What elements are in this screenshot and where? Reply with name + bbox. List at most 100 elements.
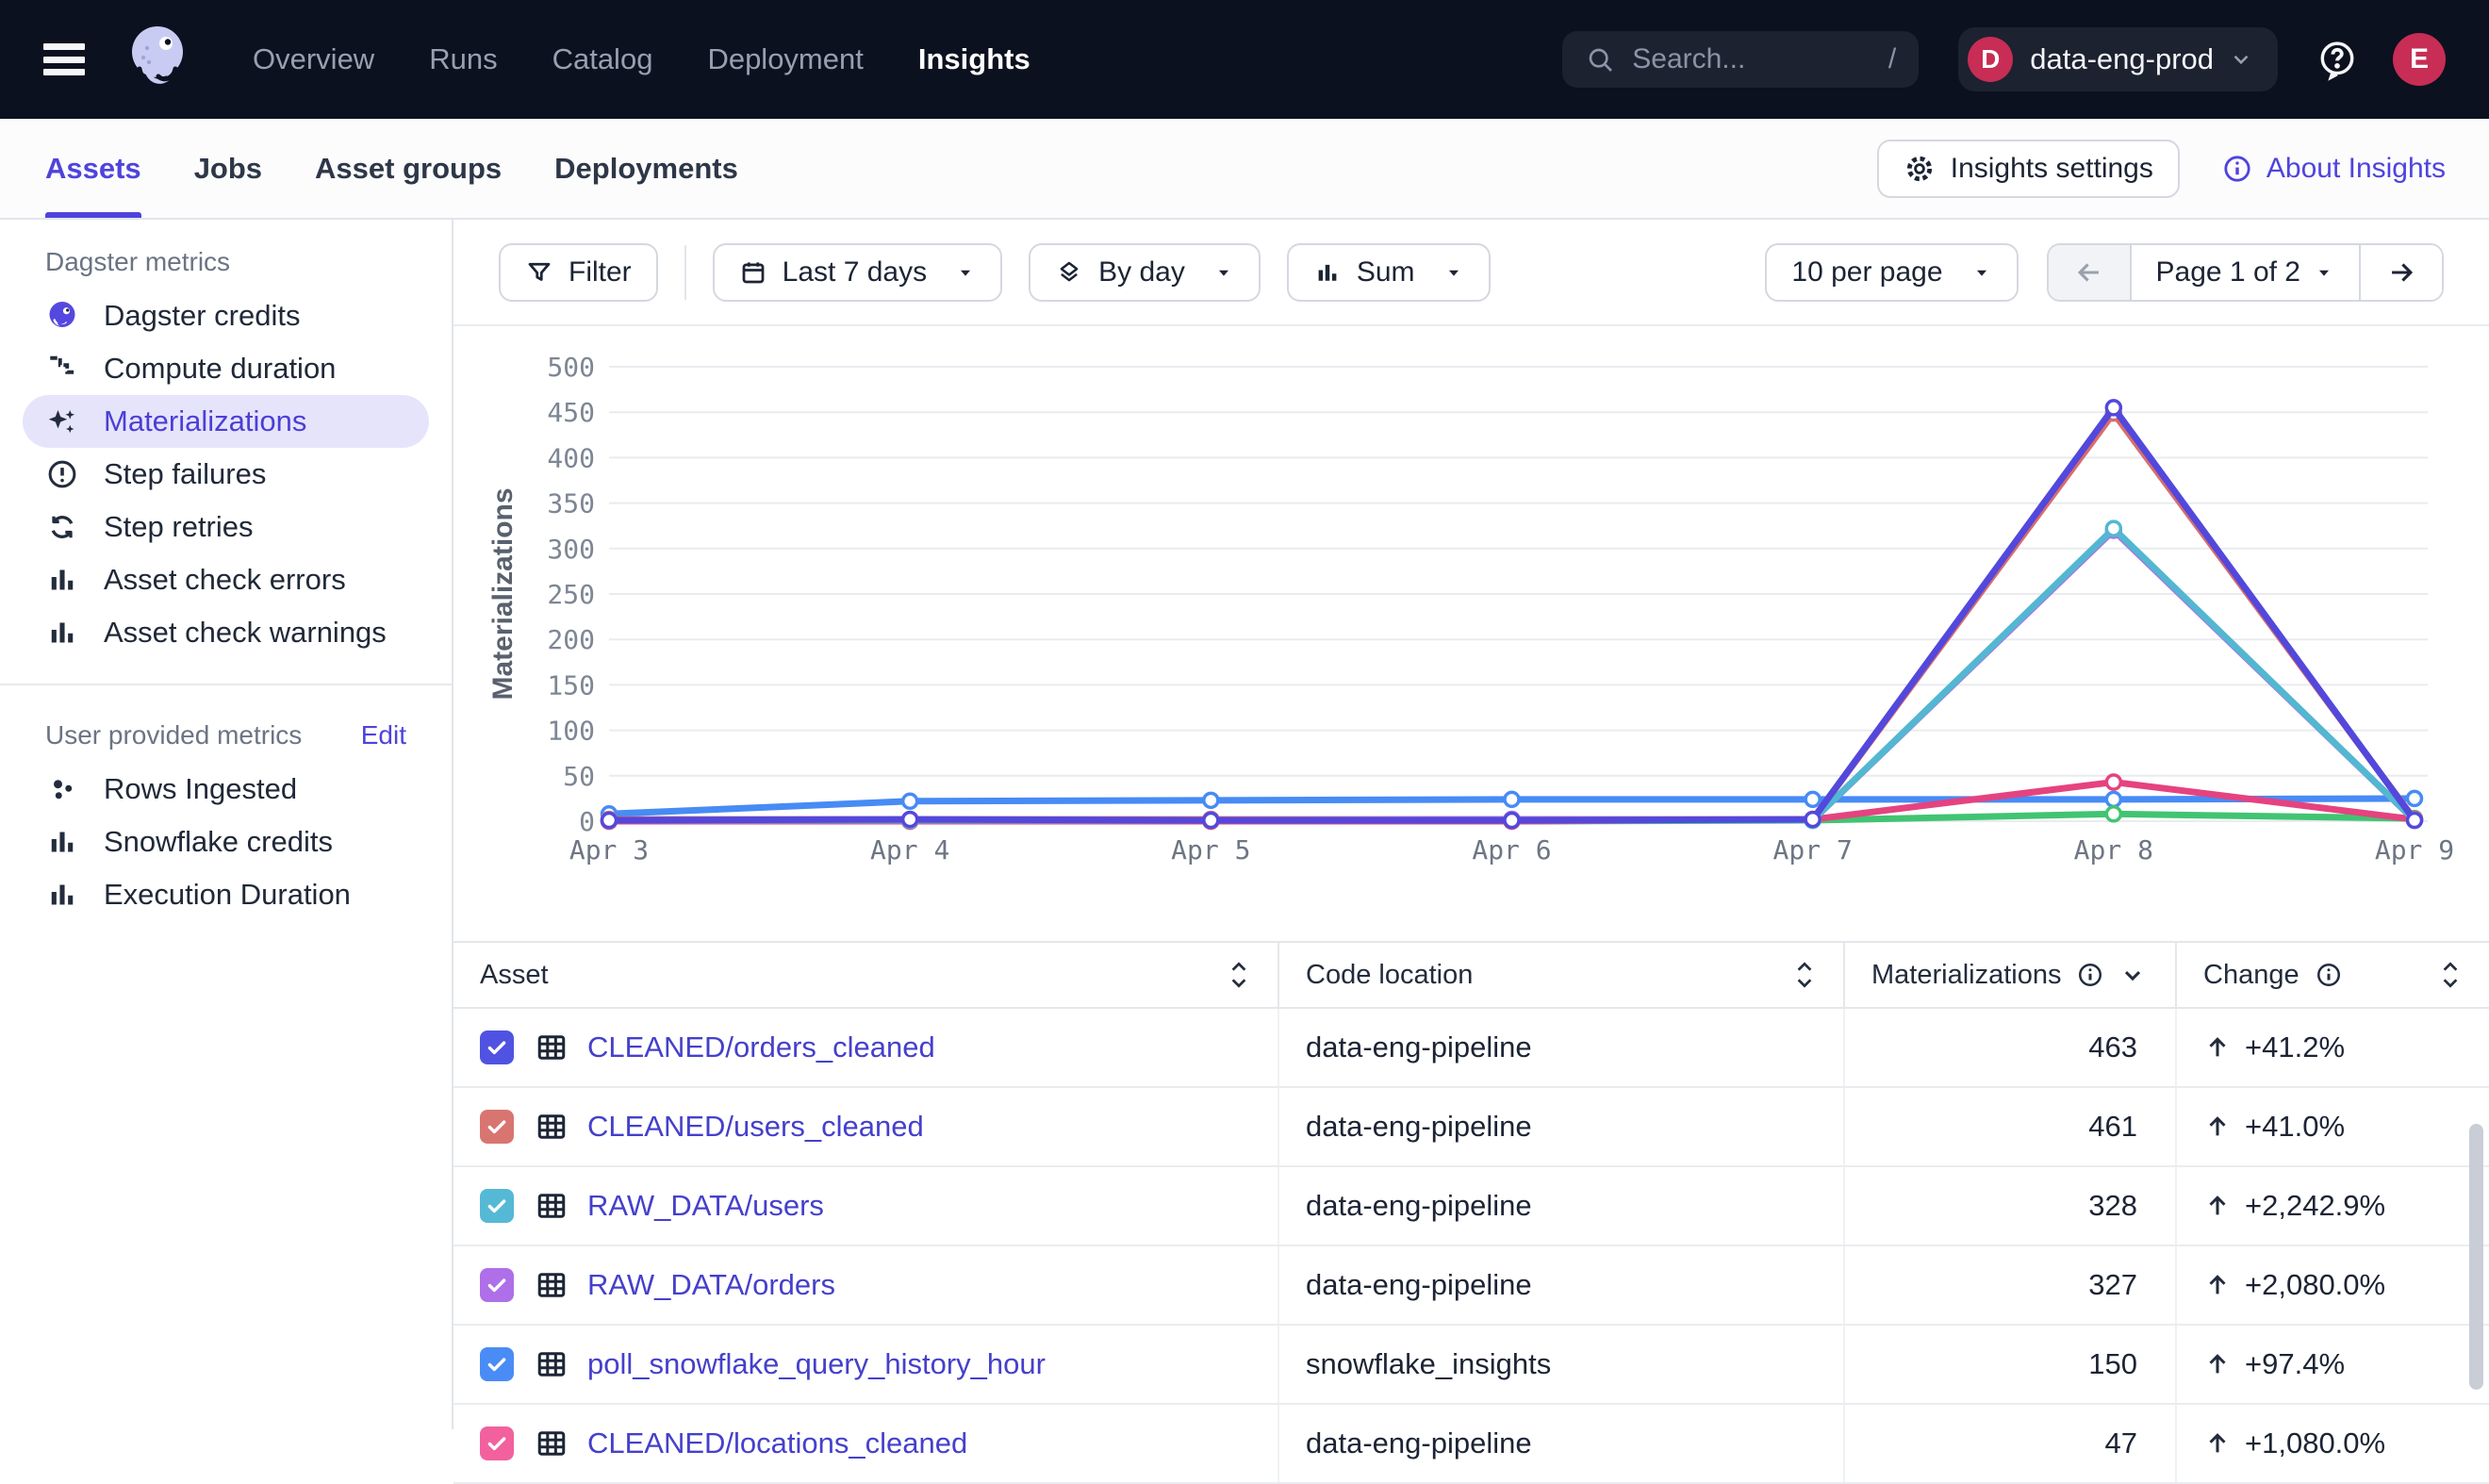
page-indicator-dropdown[interactable]: Page 1 of 2 (2130, 245, 2359, 300)
table-asset-icon (535, 1268, 569, 1302)
svg-text:350: 350 (547, 488, 595, 519)
tab-jobs[interactable]: Jobs (194, 119, 262, 218)
table-row: CLEANED/orders_cleaned data-eng-pipeline4… (453, 1009, 2489, 1088)
per-page-dropdown[interactable]: 10 per page (1765, 243, 2018, 302)
sidebar-item-snowflake-credits[interactable]: Snowflake credits (23, 816, 429, 868)
assets-table: Asset Code location Materializations Change… (453, 941, 2489, 1484)
funnel-icon (525, 258, 553, 287)
asset-link[interactable]: CLEANED/orders_cleaned (587, 1031, 935, 1064)
arrow-up-icon (2203, 1429, 2232, 1458)
aggregation-dropdown[interactable]: Sum (1287, 243, 1491, 302)
sidebar-item-asset-check-warnings[interactable]: Asset check warnings (23, 606, 429, 659)
tab-asset-groups[interactable]: Asset groups (315, 119, 502, 218)
row-color-checkbox[interactable] (480, 1268, 514, 1302)
column-header-asset[interactable]: Asset (453, 943, 1277, 1007)
search-shortcut: / (1888, 43, 1896, 75)
sidebar-item-label: Step retries (104, 510, 254, 544)
next-page-button[interactable] (2359, 245, 2442, 300)
code-location-cell: data-eng-pipeline (1277, 1088, 1843, 1165)
svg-text:Apr 7: Apr 7 (1773, 834, 1853, 866)
search-icon (1585, 44, 1615, 74)
info-icon[interactable] (2076, 961, 2104, 989)
change-cell: +41.2% (2175, 1009, 2489, 1086)
column-label: Asset (480, 960, 549, 991)
chart-line (609, 407, 2415, 820)
previous-page-button[interactable] (2049, 245, 2130, 300)
column-header-code-location[interactable]: Code location (1277, 943, 1843, 1007)
chevron-down-icon (2229, 47, 2253, 72)
sidebar-item-rows-ingested[interactable]: Rows Ingested (23, 763, 429, 816)
change-cell: +97.4% (2175, 1326, 2489, 1403)
asset-link[interactable]: CLEANED/locations_cleaned (587, 1426, 967, 1460)
row-color-checkbox[interactable] (480, 1110, 514, 1144)
granularity-dropdown[interactable]: By day (1029, 243, 1261, 302)
sidebar-item-step-failures[interactable]: Step failures (23, 448, 429, 501)
arrow-up-icon (2203, 1033, 2232, 1062)
column-label: Materializations (1871, 960, 2061, 991)
dagster-logo-icon[interactable] (123, 20, 190, 99)
sort-toggle-icon[interactable] (2438, 959, 2463, 991)
sort-toggle-icon[interactable] (1792, 959, 1817, 991)
sidebar-item-label: Materializations (104, 404, 306, 438)
column-header-change[interactable]: Change (2175, 943, 2489, 1007)
tab-assets[interactable]: Assets (45, 119, 141, 218)
hamburger-menu-icon[interactable] (43, 43, 85, 75)
nav-link-insights[interactable]: Insights (918, 42, 1030, 76)
svg-text:50: 50 (563, 761, 595, 792)
org-switcher[interactable]: D data-eng-prod (1958, 27, 2278, 91)
date-range-dropdown[interactable]: Last 7 days (713, 243, 1002, 302)
svg-text:Apr 3: Apr 3 (569, 834, 649, 866)
sidebar-item-label: Rows Ingested (104, 772, 297, 806)
code-location-cell: data-eng-pipeline (1277, 1009, 1843, 1086)
change-value: +97.4% (2245, 1347, 2345, 1381)
asset-link[interactable]: poll_snowflake_query_history_hour (587, 1347, 1046, 1381)
arrow-up-icon (2203, 1271, 2232, 1299)
sidebar-item-materializations[interactable]: Materializations (23, 395, 429, 448)
sidebar-item-asset-check-errors[interactable]: Asset check errors (23, 553, 429, 606)
search-input[interactable]: Search... / (1562, 31, 1919, 88)
svg-text:150: 150 (547, 669, 595, 701)
filter-button[interactable]: Filter (499, 243, 658, 302)
sidebar-item-compute-duration[interactable]: Compute duration (23, 342, 429, 395)
tab-deployments[interactable]: Deployments (554, 119, 738, 218)
bar-chart-icon (45, 825, 79, 859)
nav-link-deployment[interactable]: Deployment (707, 42, 863, 76)
materializations-cell: 328 (1843, 1167, 2175, 1245)
asset-link[interactable]: RAW_DATA/users (587, 1189, 824, 1223)
gear-icon (1904, 153, 1936, 185)
user-avatar[interactable]: E (2393, 33, 2446, 86)
materializations-cell: 463 (1843, 1009, 2175, 1086)
row-color-checkbox[interactable] (480, 1347, 514, 1381)
sidebar-item-label: Snowflake credits (104, 825, 333, 859)
help-icon[interactable] (2316, 38, 2359, 81)
info-icon[interactable] (2315, 961, 2343, 989)
scrollbar-thumb[interactable] (2469, 1124, 2483, 1390)
bar-chart-icon (45, 878, 79, 912)
materializations-chart: 050100150200250300350400450500Apr 3Apr 4… (453, 326, 2489, 941)
nav-link-runs[interactable]: Runs (429, 42, 497, 76)
svg-text:Apr 9: Apr 9 (2375, 834, 2454, 866)
table-asset-icon (535, 1110, 569, 1144)
nav-link-overview[interactable]: Overview (253, 42, 374, 76)
sort-toggle-icon[interactable] (1227, 959, 1251, 991)
table-header: Asset Code location Materializations Change (453, 943, 2489, 1009)
about-insights-link[interactable]: About Insights (2221, 153, 2446, 185)
row-color-checkbox[interactable] (480, 1031, 514, 1064)
nav-link-catalog[interactable]: Catalog (552, 42, 653, 76)
dots-icon (45, 772, 79, 806)
row-color-checkbox[interactable] (480, 1189, 514, 1223)
arrow-up-icon (2203, 1350, 2232, 1378)
change-value: +2,080.0% (2245, 1268, 2385, 1302)
insights-settings-button[interactable]: Insights settings (1877, 140, 2180, 198)
sidebar-item-dagster-credits[interactable]: Dagster credits (23, 289, 429, 342)
sidebar-edit-link[interactable]: Edit (361, 720, 406, 750)
asset-link[interactable]: CLEANED/users_cleaned (587, 1110, 924, 1144)
asset-link[interactable]: RAW_DATA/orders (587, 1268, 835, 1302)
change-value: +1,080.0% (2245, 1426, 2385, 1460)
sidebar-item-step-retries[interactable]: Step retries (23, 501, 429, 553)
change-cell: +2,080.0% (2175, 1246, 2489, 1324)
column-header-materializations[interactable]: Materializations (1843, 943, 2175, 1007)
caret-down-icon (955, 262, 976, 283)
sidebar-item-execution-duration[interactable]: Execution Duration (23, 868, 429, 921)
row-color-checkbox[interactable] (480, 1426, 514, 1460)
